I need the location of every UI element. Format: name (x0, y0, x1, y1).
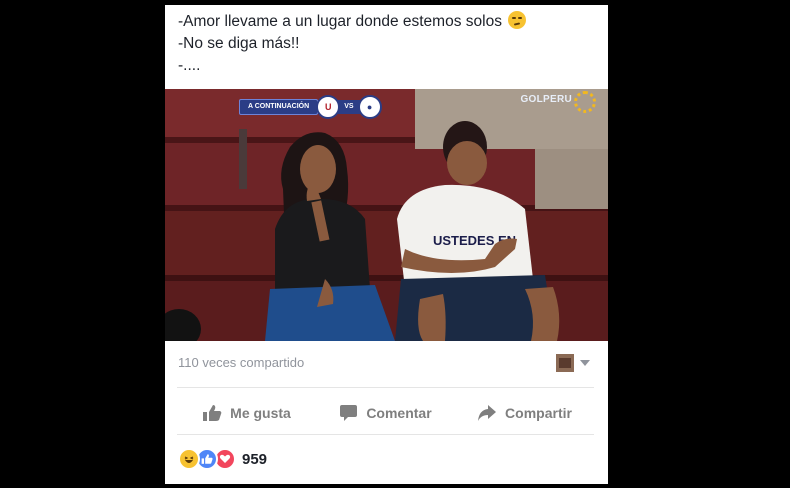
divider (177, 434, 594, 435)
share-label: Compartir (505, 405, 572, 421)
post-text: -Amor llevame a un lugar donde estemos s… (178, 11, 598, 77)
haha-icon (178, 448, 200, 470)
comment-icon (340, 405, 358, 421)
post-card: -Amor llevame a un lugar donde estemos s… (165, 5, 608, 484)
comment-label: Comentar (366, 405, 432, 421)
post-line-1: -Amor llevame a un lugar donde estemos s… (178, 11, 598, 33)
share-row: 110 veces compartido (178, 354, 594, 372)
share-arrow-icon (478, 405, 497, 421)
chevron-down-icon[interactable] (580, 360, 590, 366)
thumbs-up-icon (203, 405, 222, 421)
post-actions: Me gusta Comentar Compartir (177, 394, 594, 432)
tv-banner-vs: VS (338, 100, 360, 114)
tv-channel-logo: GOLPERU (520, 94, 572, 105)
reactions-summary[interactable]: 959 (178, 448, 267, 470)
tv-banner: A CONTINUACIÓN U VS ● (239, 95, 382, 119)
post-photo[interactable]: USTEDES EN A CONTINUACIÓN U VS ● GOLPERU (165, 89, 608, 341)
share-button[interactable]: Compartir (455, 394, 594, 432)
team-b-crest-icon: ● (357, 95, 382, 119)
post-line-3: -.... (178, 57, 201, 74)
like-button[interactable]: Me gusta (177, 394, 316, 432)
tv-channel-mark-icon (574, 91, 596, 113)
like-label: Me gusta (230, 405, 291, 421)
stadium-photo-image: USTEDES EN (165, 89, 608, 341)
avatar[interactable] (556, 354, 574, 372)
team-a-crest-icon: U (316, 95, 341, 119)
smirk-emoji-icon (508, 11, 527, 29)
divider (177, 387, 594, 388)
share-count[interactable]: 110 veces compartido (178, 355, 304, 370)
comment-button[interactable]: Comentar (316, 394, 455, 432)
tv-banner-label: A CONTINUACIÓN (239, 99, 319, 115)
post-line-2: -No se diga más!! (178, 35, 300, 52)
reaction-count: 959 (242, 450, 268, 468)
